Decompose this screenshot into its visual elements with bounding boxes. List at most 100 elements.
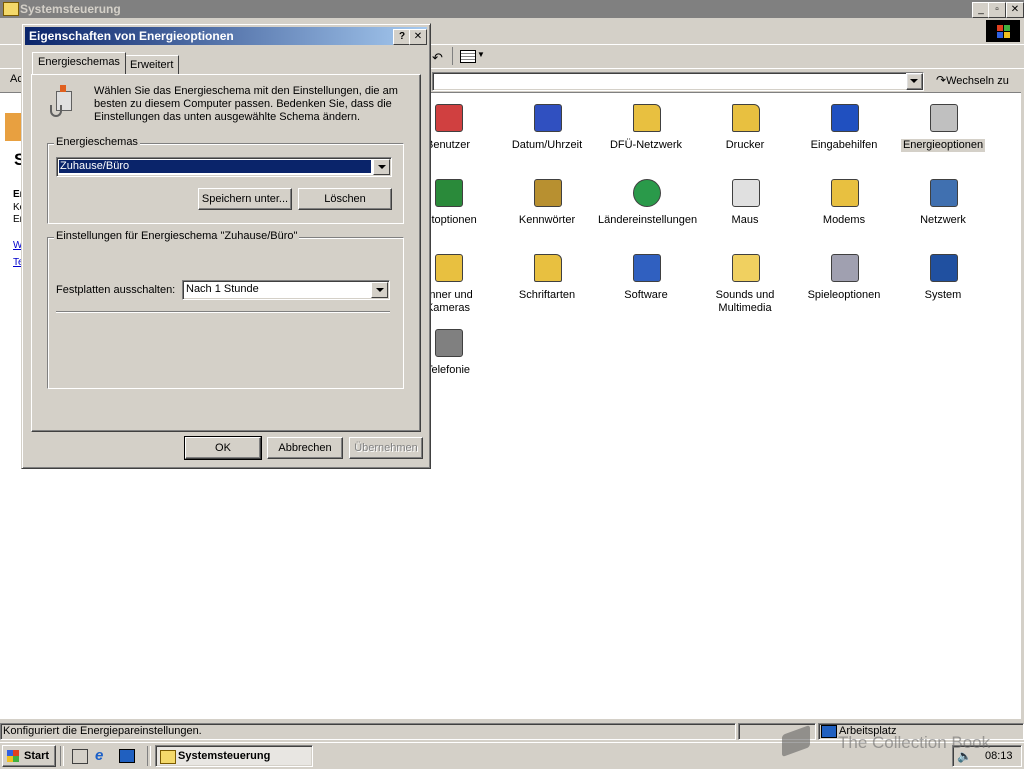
joystick-icon bbox=[828, 251, 860, 283]
control-panel-item-label: Energieoptionen bbox=[900, 139, 986, 152]
control-panel-item[interactable]: Netzwerk bbox=[893, 176, 993, 227]
address-input[interactable] bbox=[432, 72, 924, 91]
save-as-button[interactable]: Speichern unter... bbox=[198, 188, 292, 210]
address-dropdown-button[interactable] bbox=[906, 73, 923, 90]
control-panel-item[interactable]: DFÜ-Netzwerk bbox=[596, 101, 696, 152]
modem-phone-icon bbox=[828, 176, 860, 208]
dialup-network-icon bbox=[630, 101, 662, 133]
harddisk-label: Festplatten ausschalten: bbox=[56, 284, 176, 296]
internet-explorer-icon[interactable]: e bbox=[95, 747, 103, 764]
control-panel-item-label: DFÜ-Netzwerk bbox=[609, 139, 683, 151]
tab-energieschemas-label: Energieschemas bbox=[38, 56, 120, 68]
go-button[interactable]: ↷Wechseln zu bbox=[936, 73, 1009, 87]
undo-icon[interactable]: ↶ bbox=[432, 50, 443, 66]
scheme-value: Zuhause/Büro bbox=[60, 160, 130, 172]
software-icon bbox=[630, 251, 662, 283]
go-label: Wechseln zu bbox=[946, 75, 1009, 87]
settings-divider bbox=[56, 311, 390, 313]
scheme-select[interactable]: Zuhause/Büro bbox=[56, 157, 392, 177]
telephony-icon bbox=[432, 326, 464, 358]
network-icon bbox=[927, 176, 959, 208]
watermark-text: The Collection Book bbox=[838, 733, 991, 752]
chevron-down-icon bbox=[910, 79, 918, 83]
control-panel-item-label: Sounds und Multimedia bbox=[715, 289, 775, 314]
control-panel-task-icon bbox=[160, 750, 176, 764]
control-panel-item-label: Schriftarten bbox=[518, 289, 576, 301]
show-desktop-icon[interactable] bbox=[72, 749, 88, 764]
tab-energieschemas[interactable]: Energieschemas bbox=[32, 52, 126, 74]
task-label: Systemsteuerung bbox=[178, 750, 271, 762]
book-watermark-icon bbox=[776, 722, 816, 762]
control-panel-item[interactable]: Modems bbox=[794, 176, 894, 227]
dialog-titlebar: Eigenschaften von Energieoptionen ? ✕ bbox=[25, 27, 427, 45]
control-panel-item[interactable]: Sounds und Multimedia bbox=[695, 251, 795, 315]
tab-panel: Wählen Sie das Energieschema mit den Ein… bbox=[31, 74, 421, 432]
delete-button[interactable]: Löschen bbox=[298, 188, 392, 210]
control-panel-item[interactable]: Ländereinstellungen bbox=[596, 176, 698, 227]
mouse-icon bbox=[729, 176, 761, 208]
control-panel-item-label: Software bbox=[624, 289, 668, 301]
control-panel-item-label: Maus bbox=[731, 214, 759, 226]
internet-options-icon bbox=[432, 176, 464, 208]
my-computer-icon bbox=[821, 725, 837, 738]
computer-icon bbox=[927, 251, 959, 283]
toolbar-separator bbox=[452, 47, 453, 65]
main-titlebar: Systemsteuerung _ ▫ ✕ bbox=[0, 0, 1024, 18]
tab-erweitert-label: Erweitert bbox=[130, 59, 174, 71]
keys-icon bbox=[531, 176, 563, 208]
views-dropdown-icon[interactable]: ▼ bbox=[477, 50, 485, 59]
cancel-button[interactable]: Abbrechen bbox=[267, 437, 343, 459]
tab-erweitert[interactable]: Erweitert bbox=[124, 55, 180, 75]
harddisk-dropdown-button[interactable] bbox=[371, 282, 388, 298]
users-icon bbox=[432, 101, 464, 133]
harddisk-select[interactable]: Nach 1 Stunde bbox=[182, 280, 390, 300]
control-panel-item-label: Eingabehilfen bbox=[810, 139, 878, 151]
scheme-dropdown-button[interactable] bbox=[373, 159, 390, 175]
control-panel-item-label: Benutzer bbox=[425, 139, 471, 151]
control-panel-item[interactable]: Datum/Uhrzeit bbox=[497, 101, 597, 152]
control-panel-item-label: Spieleoptionen bbox=[807, 289, 881, 301]
control-panel-item-label: Datum/Uhrzeit bbox=[511, 139, 583, 151]
close-button[interactable]: ✕ bbox=[1006, 2, 1024, 18]
schemes-group-label: Energieschemas bbox=[54, 136, 140, 148]
control-panel-item[interactable]: Energieoptionen bbox=[893, 101, 993, 152]
printer-folder-icon bbox=[729, 101, 761, 133]
control-panel-item[interactable]: Drucker bbox=[695, 101, 795, 152]
power-options-dialog: Eigenschaften von Energieoptionen ? ✕ En… bbox=[21, 23, 431, 469]
chevron-down-icon bbox=[376, 288, 384, 292]
control-panel-item[interactable]: Maus bbox=[695, 176, 795, 227]
power-plug-icon bbox=[46, 85, 78, 117]
chevron-down-icon bbox=[378, 165, 386, 169]
control-panel-item[interactable]: Schriftarten bbox=[497, 251, 597, 302]
settings-group-label: Einstellungen für Energieschema "Zuhause… bbox=[54, 230, 300, 242]
status-text: Konfiguriert die Energiepareinstellungen… bbox=[3, 725, 202, 737]
control-panel-item[interactable]: Kennwörter bbox=[497, 176, 597, 227]
start-button[interactable]: Start bbox=[2, 745, 56, 767]
control-panel-item-label: Ländereinstellungen bbox=[598, 214, 698, 226]
restore-button[interactable]: ▫ bbox=[988, 2, 1006, 18]
control-panel-item[interactable]: Spieleoptionen bbox=[794, 251, 894, 302]
ok-button[interactable]: OK bbox=[184, 436, 262, 460]
task-button-systemsteuerung[interactable]: Systemsteuerung bbox=[155, 745, 313, 767]
control-panel-item[interactable]: Software bbox=[596, 251, 696, 302]
status-text-panel: Konfiguriert die Energiepareinstellungen… bbox=[0, 723, 736, 740]
views-icon[interactable] bbox=[460, 50, 476, 63]
apply-button[interactable]: Übernehmen bbox=[349, 437, 423, 459]
fonts-folder-icon bbox=[531, 251, 563, 283]
start-label: Start bbox=[24, 750, 50, 762]
main-window-title: Systemsteuerung bbox=[20, 2, 121, 16]
outlook-express-icon[interactable] bbox=[119, 749, 135, 763]
control-panel-icon bbox=[3, 2, 19, 16]
dialog-close-button[interactable]: ✕ bbox=[409, 29, 427, 45]
power-options-icon bbox=[927, 101, 959, 133]
control-panel-item-label: Netzwerk bbox=[920, 214, 966, 226]
settings-group: Einstellungen für Energieschema "Zuhause… bbox=[47, 230, 404, 389]
taskbar-separator bbox=[60, 746, 64, 766]
scanner-camera-icon bbox=[432, 251, 464, 283]
control-panel-item-label: Kennwörter bbox=[518, 214, 576, 226]
harddisk-value: Nach 1 Stunde bbox=[186, 283, 259, 295]
windows-flag-icon bbox=[7, 750, 19, 762]
control-panel-item-label: Modems bbox=[822, 214, 866, 226]
control-panel-item[interactable]: Eingabehilfen bbox=[794, 101, 894, 152]
control-panel-item[interactable]: System bbox=[893, 251, 993, 302]
